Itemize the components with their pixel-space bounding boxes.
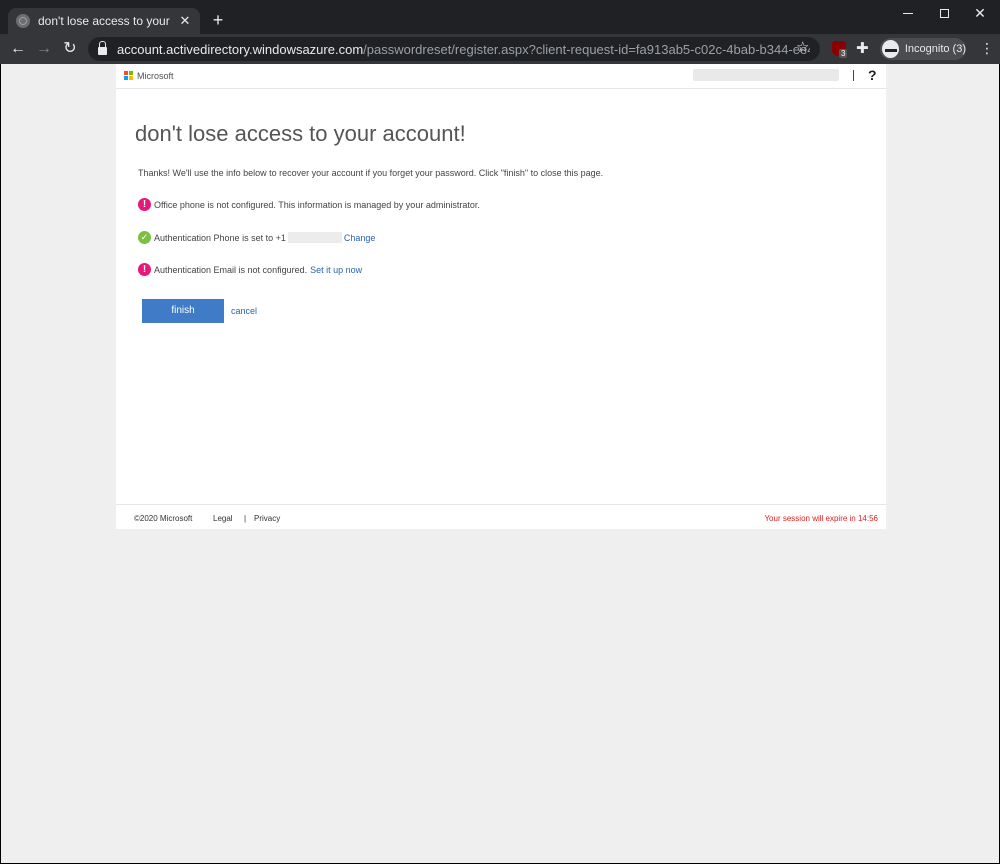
close-window-button[interactable]: ✕ <box>960 0 1000 26</box>
error-icon: ! <box>138 198 151 211</box>
logo-text: Microsoft <box>137 71 174 81</box>
redacted-phone-number <box>287 232 342 243</box>
reload-icon[interactable]: ↻ <box>60 39 80 59</box>
maximize-icon <box>939 8 949 18</box>
url-text: account.activedirectory.windowsazure.com… <box>117 41 810 57</box>
more-menu-icon[interactable]: ⋮ <box>980 40 994 57</box>
finish-button[interactable]: finish <box>142 299 224 323</box>
page-header: Microsoft ? <box>116 64 886 89</box>
microsoft-grid-icon <box>124 71 134 81</box>
incognito-profile-button[interactable]: Incognito (3) <box>880 38 966 60</box>
globe-icon <box>16 14 30 28</box>
legal-link[interactable]: Legal <box>213 514 233 523</box>
checkmark-icon: ✓ <box>138 231 151 244</box>
back-arrow-icon[interactable]: ← <box>8 39 28 59</box>
cancel-link[interactable]: cancel <box>231 306 257 316</box>
new-tab-button[interactable]: + <box>208 10 228 30</box>
auth-email-text: Authentication Email is not configured. <box>154 264 308 275</box>
auth-email-status: ! Authentication Email is not configured… <box>138 263 362 276</box>
browser-titlebar: don't lose access to your account ✕ + ✕ <box>0 0 1000 34</box>
extensions-puzzle-icon[interactable]: ✚ <box>856 39 869 57</box>
forward-arrow-icon[interactable]: → <box>34 39 54 59</box>
tab-title: don't lose access to your account <box>38 14 172 28</box>
privacy-link[interactable]: Privacy <box>254 514 280 523</box>
copyright-text: ©2020 Microsoft <box>134 514 193 523</box>
maximize-button[interactable] <box>924 0 964 26</box>
change-phone-link[interactable]: Change <box>344 233 376 243</box>
lock-icon <box>98 41 107 55</box>
incognito-label: Incognito (3) <box>904 43 966 55</box>
minimize-button[interactable] <box>888 0 928 26</box>
page-footer: ©2020 Microsoft Legal | Privacy Your ses… <box>116 504 886 529</box>
redacted-user-name[interactable] <box>693 69 839 81</box>
bookmark-star-icon[interactable]: ☆ <box>796 38 809 56</box>
help-icon[interactable]: ? <box>868 67 877 83</box>
page-viewport: Microsoft ? don't lose access to your ac… <box>1 64 999 863</box>
incognito-icon <box>882 40 899 58</box>
office-phone-text: Office phone is not configured. This inf… <box>154 199 480 210</box>
session-timer: Your session will expire in 14:56 <box>764 514 878 523</box>
microsoft-logo: Microsoft <box>124 71 174 81</box>
setup-email-link[interactable]: Set it up now <box>310 265 362 275</box>
minimize-icon <box>903 12 913 14</box>
office-phone-status: ! Office phone is not configured. This i… <box>138 198 480 211</box>
content-card: Microsoft ? don't lose access to your ac… <box>116 64 886 529</box>
auth-phone-status: ✓ Authentication Phone is set to +1 Chan… <box>138 231 375 244</box>
extension-badge: 3 <box>839 49 848 58</box>
page-title: don't lose access to your account! <box>135 121 466 146</box>
browser-toolbar: ← → ↻ account.activedirectory.windowsazu… <box>0 34 1000 64</box>
address-bar[interactable]: account.activedirectory.windowsazure.com… <box>88 37 820 61</box>
ublock-extension-icon[interactable]: 3 <box>832 41 848 58</box>
auth-phone-text: Authentication Phone is set to +1 <box>154 232 286 243</box>
error-icon: ! <box>138 263 151 276</box>
browser-tab[interactable]: don't lose access to your account ✕ <box>8 8 200 34</box>
header-divider <box>853 70 854 81</box>
intro-text: Thanks! We'll use the info below to reco… <box>138 168 604 178</box>
footer-separator: | <box>244 514 247 523</box>
close-tab-icon[interactable]: ✕ <box>178 13 192 29</box>
